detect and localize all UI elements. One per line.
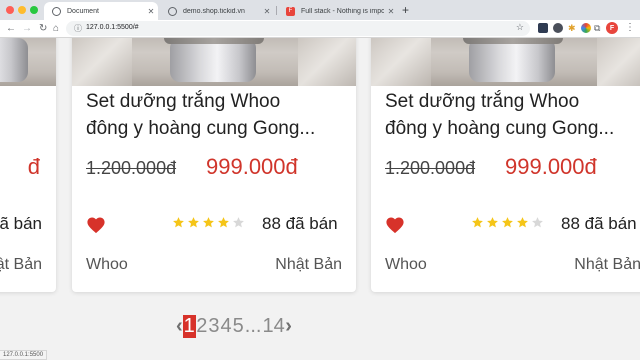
extension-gear-icon[interactable]: ✱: [568, 23, 576, 33]
product-price: 999.000đ: [505, 154, 597, 179]
page-button-14[interactable]: 14: [262, 315, 285, 338]
product-price: 999.000đ: [206, 154, 298, 179]
fullstack-logo-icon: F: [286, 6, 295, 16]
back-arrow-icon[interactable]: ←: [6, 22, 16, 36]
extension-circle-icon[interactable]: [553, 23, 563, 33]
tab-demo-shop[interactable]: demo.shop.tickid.vn ✕: [160, 2, 274, 20]
minimize-window-button[interactable]: [18, 6, 26, 14]
star-filled-icon: [173, 217, 184, 228]
heart-icon[interactable]: [86, 216, 106, 234]
product-image: [0, 38, 56, 86]
close-tab-icon[interactable]: ✕: [260, 7, 274, 16]
product-name-line1: Set dưỡng trắng Whoo: [385, 91, 580, 112]
sold-count: 88 đã bán: [561, 214, 637, 233]
product-image[interactable]: [371, 38, 640, 86]
product-origin: Nhật Bản: [0, 256, 42, 273]
page-button-2[interactable]: 2: [196, 315, 208, 338]
product-price-fragment: đ: [27, 154, 40, 179]
star-filled-icon: [188, 217, 199, 228]
product-name-line2: đông y hoàng cung Gong...: [385, 118, 615, 139]
star-filled-icon: [472, 217, 483, 228]
product-old-price: 1.200.000đ: [86, 158, 177, 178]
address-url[interactable]: 127.0.0.1:5500/#: [86, 24, 139, 31]
sold-count: 88 đã bán: [0, 214, 42, 233]
status-bar-url: 127.0.0.1:5500: [0, 350, 48, 360]
tab-fullstack[interactable]: F Full stack - Nothing is impossi ✕: [278, 2, 398, 20]
product-brand: Whoo: [86, 256, 128, 273]
rating-stars: [471, 216, 544, 230]
product-name[interactable]: Set dưỡng trắng Whoo đông y hoàng cung G…: [385, 88, 640, 142]
heart-icon[interactable]: [385, 216, 405, 234]
product-origin: Nhật Bản: [574, 256, 640, 273]
star-filled-icon: [502, 217, 513, 228]
page-ellipsis: ...: [244, 314, 262, 337]
product-image[interactable]: [72, 38, 356, 86]
pagination: ‹ 1 2 3 4 5... 14 ›: [176, 314, 292, 338]
page-button-4[interactable]: 4: [220, 315, 232, 338]
page-button-1[interactable]: 1: [182, 314, 196, 338]
globe-icon: [168, 6, 177, 16]
tab-title: Full stack - Nothing is impossi: [301, 7, 384, 15]
page-button-5[interactable]: 5: [232, 315, 244, 338]
pagination-pages: 1 2 3 4 5... 14: [182, 314, 286, 338]
browser-menu-icon[interactable]: ⋮: [625, 22, 635, 34]
tab-title: Document: [67, 7, 99, 15]
tab-title: demo.shop.tickid.vn: [183, 7, 245, 15]
prev-page-button[interactable]: ‹: [176, 315, 183, 338]
star-filled-icon: [218, 217, 229, 228]
globe-icon: [52, 6, 61, 16]
star-filled-icon: [517, 217, 528, 228]
new-tab-button[interactable]: +: [402, 3, 409, 17]
close-window-button[interactable]: [6, 6, 14, 14]
page-button-3[interactable]: 3: [208, 315, 220, 338]
product-name[interactable]: Set dưỡng trắng Whoo đông y hoàng cung G…: [86, 88, 344, 142]
product-name-line2: đông y hoàng cung Gong...: [86, 118, 316, 139]
star-filled-icon: [203, 217, 214, 228]
tab-document[interactable]: Document ✕: [44, 2, 158, 20]
tab-bar: Document ✕ demo.shop.tickid.vn ✕ F Full …: [0, 0, 640, 20]
product-brand: Whoo: [385, 256, 427, 273]
product-card[interactable]: Set dưỡng trắng Whoo đông y hoàng cung G…: [371, 38, 640, 292]
close-tab-icon[interactable]: ✕: [384, 7, 398, 16]
star-filled-icon: [487, 217, 498, 228]
tab-divider: [276, 6, 277, 15]
star-empty-icon: [233, 217, 244, 228]
profile-avatar[interactable]: F: [606, 22, 618, 34]
info-icon[interactable]: ⓘ: [74, 23, 82, 34]
next-page-button[interactable]: ›: [285, 315, 292, 338]
zoom-window-button[interactable]: [30, 6, 38, 14]
bookmark-star-icon[interactable]: ☆: [516, 22, 524, 33]
product-old-price: 1.200.000đ: [385, 158, 476, 178]
home-icon[interactable]: ⌂: [53, 22, 59, 36]
product-card[interactable]: Set dưỡng trắng Whoo đông y hoàng cung G…: [72, 38, 356, 292]
forward-arrow-icon[interactable]: →: [22, 22, 32, 36]
extension-d-icon[interactable]: [538, 23, 548, 33]
sold-count: 88 đã bán: [262, 214, 338, 233]
close-tab-icon[interactable]: ✕: [144, 7, 158, 16]
star-empty-icon: [532, 217, 543, 228]
extension-color-icon[interactable]: [581, 23, 591, 33]
product-card-partial-left[interactable]: đ 88 đã bán Nhật Bản: [0, 38, 56, 292]
address-bar[interactable]: ⓘ 127.0.0.1:5500/# ☆: [66, 21, 530, 36]
reload-icon[interactable]: ↻: [39, 22, 47, 36]
extensions-puzzle-icon[interactable]: ⧉: [594, 23, 600, 33]
browser-toolbar: ← → ↻ ⌂ ⓘ 127.0.0.1:5500/# ☆ ✱ ⧉ F ⋮: [0, 20, 640, 38]
rating-stars: [172, 216, 245, 230]
product-origin: Nhật Bản: [275, 256, 342, 273]
product-name-line1: Set dưỡng trắng Whoo: [86, 91, 281, 112]
page-viewport: đ 88 đã bán Nhật Bản Set dưỡng trắng Who…: [0, 38, 640, 360]
